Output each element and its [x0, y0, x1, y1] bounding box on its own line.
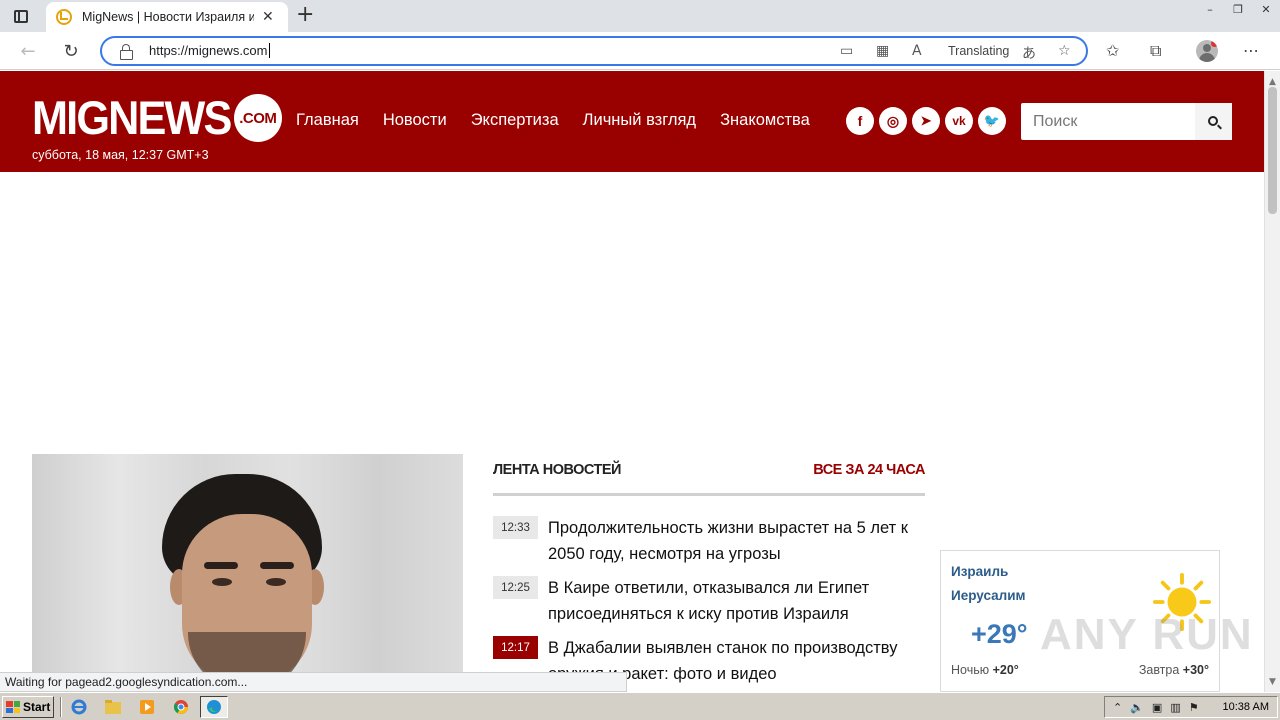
window-controls: – ❐ ✕	[1196, 0, 1280, 18]
nav-item-dating[interactable]: Знакомства	[720, 111, 810, 130]
ie-icon[interactable]	[68, 697, 90, 717]
news-headline[interactable]: Продолжительность жизни вырастет на 5 ле…	[548, 515, 925, 567]
back-button[interactable]: ←	[17, 40, 39, 62]
lock-icon[interactable]	[120, 44, 133, 60]
weather-tomorrow: Завтра +30°	[1139, 663, 1209, 677]
site-search	[1021, 103, 1232, 140]
explorer-folder-icon[interactable]	[102, 697, 124, 717]
edge-icon[interactable]	[200, 696, 228, 718]
logo-text: MIGNEWS	[32, 91, 232, 144]
night-temp: +20°	[992, 663, 1019, 677]
anyrun-watermark: ANY RUN	[1040, 610, 1254, 659]
media-player-icon[interactable]	[136, 697, 158, 717]
top-story-photo[interactable]	[32, 454, 463, 692]
facebook-icon[interactable]: f	[846, 107, 874, 135]
url-text[interactable]: https://mignews.com	[149, 43, 270, 58]
feed-header: ЛЕНТА НОВОСТЕЙ ВСЕ ЗА 24 ЧАСА	[493, 454, 925, 496]
refresh-button[interactable]: ↻	[60, 40, 82, 62]
site-header: MIGNEWS .COM суббота, 18 мая, 12:37 GMT+…	[0, 71, 1264, 172]
translating-status: Translating	[948, 44, 1010, 58]
news-feed: ЛЕНТА НОВОСТЕЙ ВСЕ ЗА 24 ЧАСА 12:33 Прод…	[493, 454, 925, 683]
nav-item-expertise[interactable]: Экспертиза	[471, 111, 559, 130]
volume-icon[interactable]: 🔈	[1130, 701, 1144, 714]
vk-icon[interactable]: vk	[945, 107, 973, 135]
scrollbar-thumb[interactable]	[1268, 87, 1277, 214]
windows-taskbar: Start ⌃ 🔈 ▣ ▥ ⚑ 10:38 AM	[0, 692, 1280, 720]
favorites-icon[interactable]: ✩	[1106, 41, 1119, 60]
profile-avatar[interactable]	[1196, 40, 1218, 62]
translate-icon[interactable]: あ	[1022, 43, 1036, 63]
system-tray: ⌃ 🔈 ▣ ▥ ⚑ 10:38 AM	[1104, 696, 1278, 718]
nav-item-news[interactable]: Новости	[383, 111, 447, 130]
windows-flag-icon	[6, 701, 20, 713]
main-nav: Главная Новости Экспертиза Личный взгляд…	[296, 111, 834, 130]
network-icon[interactable]: ▣	[1152, 701, 1162, 714]
tomorrow-temp: +30°	[1182, 663, 1209, 677]
tomorrow-label: Завтра	[1138, 663, 1180, 677]
news-time: 12:33	[493, 516, 538, 539]
search-icon	[1207, 115, 1218, 126]
search-input[interactable]	[1021, 103, 1195, 140]
taskbar-clock[interactable]: 10:38 AM	[1223, 701, 1269, 713]
instagram-icon[interactable]: ◎	[879, 107, 907, 135]
news-headline[interactable]: В Каире ответили, отказывался ли Египет …	[548, 575, 925, 627]
start-button[interactable]: Start	[2, 696, 54, 718]
nav-item-personal-view[interactable]: Личный взгляд	[583, 111, 696, 130]
weather-temperature: +29°	[971, 619, 1028, 649]
social-links: f ◎ ➤ vk 🐦	[846, 107, 1011, 135]
news-time-hot: 12:17	[493, 636, 538, 659]
qr-code-icon[interactable]: ▦	[876, 43, 889, 59]
feed-all-link[interactable]: ВСЕ ЗА 24 ЧАСА	[813, 462, 925, 478]
tab-title: MigNews | Новости Израиля и Мира	[82, 10, 254, 24]
address-bar[interactable]: https://mignews.com ▭ ▦ A Translating あ …	[100, 36, 1088, 66]
app-available-icon[interactable]: ▭	[840, 43, 853, 59]
start-label: Start	[23, 700, 51, 714]
browser-tab-active[interactable]: MigNews | Новости Израиля и Мира ✕	[46, 2, 288, 32]
settings-more-icon[interactable]: ⋯	[1243, 41, 1259, 60]
page-scrollbar[interactable]: ▲ ▼	[1264, 71, 1280, 692]
add-favorite-icon[interactable]: ☆	[1058, 43, 1071, 59]
scroll-up-icon[interactable]: ▲	[1269, 77, 1276, 87]
search-button[interactable]	[1195, 103, 1232, 140]
tab-strip: MigNews | Новости Израиля и Мира ✕ + – ❐…	[0, 0, 1280, 32]
feed-title: ЛЕНТА НОВОСТЕЙ	[493, 462, 621, 478]
minimize-button[interactable]: –	[1196, 0, 1224, 18]
browser-toolbar: ← ↻ https://mignews.com ▭ ▦ A Translatin…	[0, 32, 1280, 70]
tab-actions-icon[interactable]	[10, 6, 32, 26]
action-center-flag-icon[interactable]: ⚑	[1189, 701, 1199, 714]
telegram-icon[interactable]: ➤	[912, 107, 940, 135]
close-window-button[interactable]: ✕	[1252, 0, 1280, 18]
security-icon[interactable]: ▥	[1170, 701, 1180, 714]
news-time: 12:25	[493, 576, 538, 599]
new-tab-button[interactable]: +	[296, 4, 314, 26]
site-logo[interactable]: MIGNEWS .COM	[32, 93, 282, 143]
nav-item-home[interactable]: Главная	[296, 111, 359, 130]
read-aloud-icon[interactable]: A	[912, 43, 922, 59]
weather-country[interactable]: Израиль	[951, 564, 1008, 579]
tray-expand-icon[interactable]: ⌃	[1113, 701, 1122, 714]
browser-status-bar: Waiting for pagead2.googlesyndication.co…	[0, 672, 627, 692]
current-date: суббота, 18 мая, 12:37 GMT+3	[32, 148, 209, 162]
chrome-icon[interactable]	[170, 697, 192, 717]
mignews-favicon-icon	[56, 9, 72, 25]
scroll-down-icon[interactable]: ▼	[1269, 677, 1276, 687]
twitter-icon[interactable]: 🐦	[978, 107, 1006, 135]
weather-night: Ночью +20°	[951, 663, 1019, 677]
weather-city[interactable]: Иерусалим	[951, 588, 1026, 603]
logo-com-badge: .COM	[233, 94, 282, 142]
tab-close-icon[interactable]: ✕	[262, 9, 274, 25]
collections-icon[interactable]: ⧉	[1150, 41, 1161, 61]
restore-button[interactable]: ❐	[1224, 0, 1252, 18]
night-label: Ночью	[951, 663, 990, 677]
